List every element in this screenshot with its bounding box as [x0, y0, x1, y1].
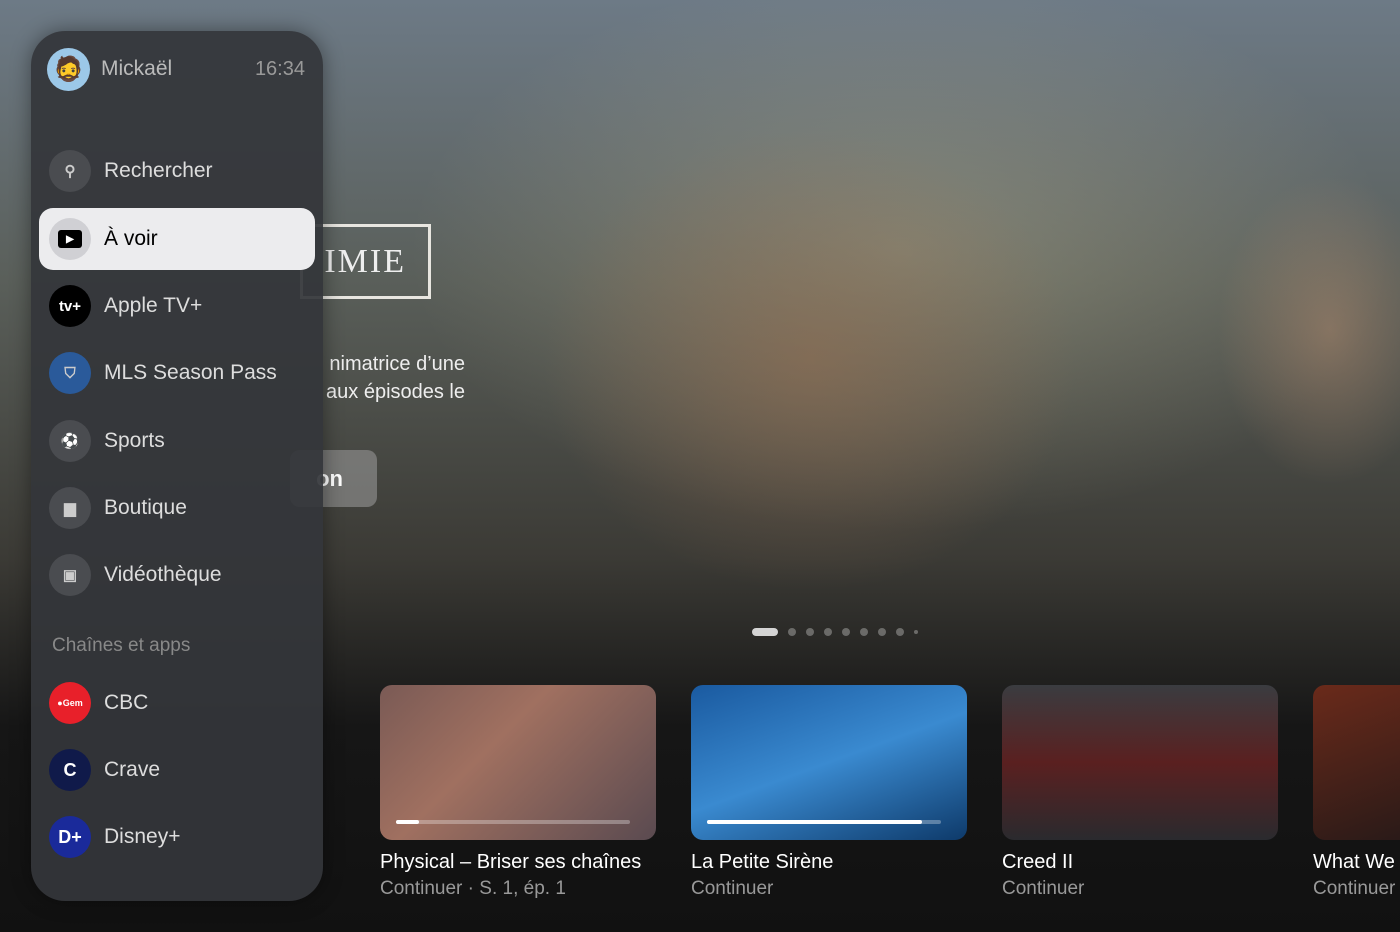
sidebar-item-mls-season-pass[interactable]: ⛉ MLS Season Pass [39, 342, 315, 404]
bag-icon: ▆ [49, 487, 91, 529]
card-subtitle: Continuer [1313, 878, 1396, 899]
channel-label: CBC [104, 691, 149, 714]
user-name: Mickaël [101, 57, 173, 80]
card-thumbnail[interactable] [1002, 685, 1278, 840]
sidebar-item-vid-oth-que[interactable]: ▣ Vidéothèque [39, 544, 315, 606]
channel-disney-[interactable]: D+ Disney+ [39, 806, 315, 868]
sidebar-item-label: MLS Season Pass [104, 361, 277, 384]
channel-label: Disney+ [104, 825, 181, 848]
channels-section-title: Chaînes et apps [52, 635, 191, 656]
page-dot[interactable] [788, 628, 796, 636]
sidebar-item-rechercher[interactable]: ⚲ Rechercher [39, 140, 315, 202]
card-subtitle: Continuer [691, 878, 774, 899]
sidebar-item-label: Apple TV+ [104, 294, 203, 317]
up-next-card[interactable]: La Petite Sirène Continuer [691, 685, 967, 900]
crave-icon: C [49, 749, 91, 791]
page-dot[interactable] [896, 628, 904, 636]
card-title: Creed II [1002, 851, 1074, 873]
user-profile[interactable]: 🧔 Mickaël 16:34 [47, 47, 305, 91]
page-dot[interactable] [878, 628, 886, 636]
sidebar-item-boutique[interactable]: ▆ Boutique [39, 477, 315, 539]
sidebar-item-label: Boutique [104, 496, 187, 519]
card-subtitle: Continuer [1002, 878, 1085, 899]
up-next-card[interactable]: What We Continuer [1313, 685, 1400, 900]
sports-icon: ⚽ [49, 420, 91, 462]
channel-crave[interactable]: C Crave [39, 739, 315, 801]
page-dot[interactable] [842, 628, 850, 636]
sidebar-item-label: Vidéothèque [104, 563, 222, 586]
card-thumbnail[interactable] [1313, 685, 1400, 840]
card-title: Physical – Briser ses chaînes [380, 851, 642, 873]
sidebar-item-label: Rechercher [104, 159, 213, 182]
up-next-card[interactable]: Physical – Briser ses chaînes Continuer ·… [380, 685, 656, 900]
page-dot[interactable] [914, 630, 918, 634]
sidebar-item-apple-tv-[interactable]: tv+ Apple TV+ [39, 275, 315, 337]
sidebar-item--voir[interactable]: ▶ À voir [39, 208, 315, 270]
page-dot[interactable] [752, 628, 778, 636]
card-title: La Petite Sirène [691, 851, 834, 873]
play-icon: ▶ [49, 218, 91, 260]
sidebar-item-sports[interactable]: ⚽ Sports [39, 410, 315, 472]
page-dot[interactable] [860, 628, 868, 636]
page-dot[interactable] [806, 628, 814, 636]
cbc-gem-icon: ●Gem [49, 682, 91, 724]
progress-bar [396, 820, 630, 824]
card-title: What We [1313, 851, 1395, 873]
page-indicator[interactable] [752, 628, 918, 636]
sidebar-item-label: À voir [104, 227, 158, 250]
library-icon: ▣ [49, 554, 91, 596]
card-thumbnail[interactable] [691, 685, 967, 840]
card-subtitle: Continuer · S. 1, ép. 1 [380, 878, 566, 899]
channel-label: Crave [104, 758, 161, 781]
avatar[interactable]: 🧔 [47, 47, 90, 91]
mls-icon: ⛉ [49, 352, 91, 394]
sidebar-item-label: Sports [104, 429, 165, 452]
search-icon: ⚲ [49, 150, 91, 192]
clock: 16:34 [254, 57, 305, 80]
page-dot[interactable] [824, 628, 832, 636]
sidebar: 🧔 Mickaël 16:34 ⚲ Rechercher ▶ À voir tv+ App… [31, 31, 323, 901]
channel-cbc[interactable]: ●Gem CBC [39, 672, 315, 734]
apple-tv-plus-icon: tv+ [49, 285, 91, 327]
card-thumbnail[interactable] [380, 685, 656, 840]
progress-bar [707, 820, 941, 824]
disney-plus-icon: D+ [49, 816, 91, 858]
up-next-card[interactable]: Creed II Continuer [1002, 685, 1278, 900]
